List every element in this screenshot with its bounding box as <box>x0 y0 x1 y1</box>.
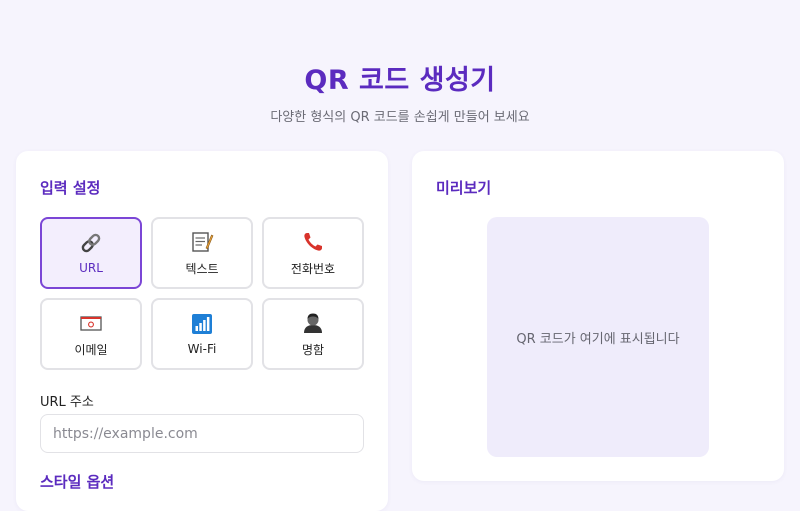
type-button-url[interactable]: URL <box>40 217 142 289</box>
type-button-label: 텍스트 <box>185 261 219 276</box>
phone-icon <box>304 232 322 251</box>
type-button-label: Wi-Fi <box>187 342 217 356</box>
envelope-icon <box>80 315 102 331</box>
type-button-label: 전화번호 <box>290 261 336 276</box>
input-settings-card: 입력 설정 URL 텍스트 전화번호 이메일 Wi-Fi 명함 URL 주소 h… <box>16 151 388 511</box>
type-button-email[interactable]: 이메일 <box>40 298 142 370</box>
type-button-label: URL <box>79 261 103 275</box>
type-button-text[interactable]: 텍스트 <box>151 217 253 289</box>
type-selector-grid: URL 텍스트 전화번호 이메일 Wi-Fi 명함 <box>40 217 364 370</box>
preview-card: 미리보기 QR 코드가 여기에 표시됩니다 <box>412 151 784 481</box>
type-button-label: 이메일 <box>74 342 108 357</box>
style-options-title: 스타일 옵션 <box>40 473 115 491</box>
qr-preview-placeholder: QR 코드가 여기에 표시됩니다 <box>516 331 680 347</box>
url-field-label: URL 주소 <box>40 395 94 410</box>
input-settings-title: 입력 설정 <box>40 179 101 197</box>
type-button-phone[interactable]: 전화번호 <box>262 217 364 289</box>
memo-icon <box>192 231 214 252</box>
link-icon <box>81 233 101 253</box>
page-title: QR 코드 생성기 <box>304 65 496 96</box>
qr-preview-area: QR 코드가 여기에 표시됩니다 <box>487 217 709 457</box>
type-button-wifi[interactable]: Wi-Fi <box>151 298 253 370</box>
url-input[interactable] <box>40 414 364 453</box>
person-icon <box>304 313 322 333</box>
page-subtitle: 다양한 형식의 QR 코드를 손쉽게 만들어 보세요 <box>270 110 530 125</box>
wifi-signal-icon <box>192 314 212 334</box>
type-button-business-card[interactable]: 명함 <box>262 298 364 370</box>
preview-title: 미리보기 <box>436 179 492 197</box>
type-button-label: 명함 <box>301 342 325 357</box>
